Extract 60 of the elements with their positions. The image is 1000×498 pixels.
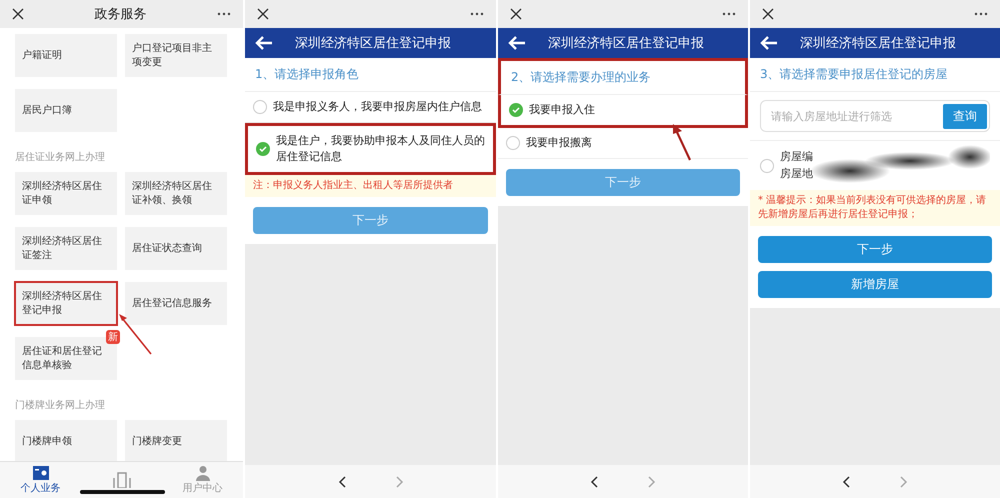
radio-button[interactable] — [506, 136, 520, 150]
service-tile[interactable]: 深圳经济特区居住登记申报 — [15, 282, 117, 325]
id-card-icon — [32, 465, 50, 481]
service-tile[interactable]: 户籍证明 — [15, 34, 117, 77]
service-tile[interactable]: 深圳经济特区居住证申领 — [15, 172, 117, 215]
chevron-left-icon[interactable] — [842, 476, 850, 488]
service-tile[interactable]: 户口登记项目非主项变更 — [125, 34, 227, 77]
option-row[interactable]: 我要申报入住 — [498, 95, 748, 128]
service-tile[interactable]: 深圳经济特区居住证签注 — [15, 227, 117, 270]
radio-checked[interactable] — [256, 142, 270, 156]
radio-button[interactable] — [253, 100, 267, 114]
step-heading: 2、请选择需要办理的业务 — [498, 58, 748, 95]
service-tile[interactable]: 门楼牌申领 — [15, 420, 117, 461]
note-text: * 温馨提示：如果当前列表没有可供选择的房屋，请先新增房屋后再进行居住登记申报； — [750, 190, 1000, 226]
new-badge: 新 — [106, 330, 120, 344]
house-info-text: 房屋地 — [780, 166, 813, 182]
option-row[interactable]: 我是申报义务人，我要申报房屋内住户信息 — [245, 92, 496, 123]
more-icon[interactable] — [470, 12, 484, 16]
service-tile[interactable]: 居住证状态查询 — [125, 227, 227, 270]
back-arrow-icon[interactable] — [255, 36, 273, 50]
action-button[interactable]: 新增房屋 — [758, 271, 992, 298]
section-label: 居住证业务网上办理 — [15, 150, 106, 164]
tab-item[interactable]: 个人业务 — [10, 465, 70, 495]
service-tile[interactable]: 门楼牌变更 — [125, 420, 227, 461]
search-field[interactable]: 请输入房屋地址进行筛选 查询 — [760, 100, 990, 132]
page-title: 政务服务 — [94, 6, 146, 23]
option-label: 我要申报入住 — [529, 102, 595, 118]
radio-button[interactable] — [760, 158, 774, 172]
more-icon[interactable] — [217, 12, 231, 16]
step-heading: 3、请选择需要申报居住登记的房屋 — [750, 58, 1000, 92]
back-arrow-icon[interactable] — [508, 36, 526, 50]
option-label: 我是住户，我要协助申报本人及同住人员的居住登记信息 — [276, 132, 485, 165]
back-arrow-icon[interactable] — [760, 36, 778, 50]
action-button[interactable]: 下一步 — [758, 236, 992, 263]
service-tile[interactable]: 居民户口簿 — [15, 89, 117, 132]
option-row[interactable]: 我要申报搬离 — [498, 128, 748, 159]
close-icon[interactable] — [762, 8, 774, 20]
house-info-text: 房屋编 — [780, 149, 813, 165]
option-row[interactable]: 我是住户，我要协助申报本人及同住人员的居住登记信息 — [245, 122, 496, 175]
chevron-left-icon[interactable] — [590, 476, 598, 488]
option-label: 我要申报搬离 — [526, 134, 592, 151]
close-icon[interactable] — [12, 8, 24, 20]
more-icon[interactable] — [974, 12, 988, 16]
radio-checked[interactable] — [509, 102, 523, 117]
option-label: 我是申报义务人，我要申报房屋内住户信息 — [273, 99, 482, 115]
note-text: 注：申报义务人指业主、出租人等居所提供者 — [245, 174, 496, 197]
step-heading: 1、请选择申报角色 — [245, 58, 496, 92]
chevron-left-icon[interactable] — [338, 476, 346, 488]
building-icon — [112, 472, 130, 488]
close-icon[interactable] — [510, 8, 522, 20]
close-icon[interactable] — [257, 8, 269, 20]
page-title: 深圳经济特区居住登记申报 — [548, 35, 704, 52]
page-title: 深圳经济特区居住登记申报 — [295, 35, 451, 52]
query-button[interactable]: 查询 — [943, 104, 987, 128]
section-label: 门楼牌业务网上办理 — [15, 398, 106, 412]
more-icon[interactable] — [722, 12, 736, 16]
page-title: 深圳经济特区居住登记申报 — [800, 35, 956, 52]
service-tile[interactable]: 深圳经济特区居住证补领、换领 — [125, 172, 227, 215]
service-tile[interactable]: 居住登记信息服务 — [125, 282, 227, 325]
user-icon — [194, 465, 212, 481]
